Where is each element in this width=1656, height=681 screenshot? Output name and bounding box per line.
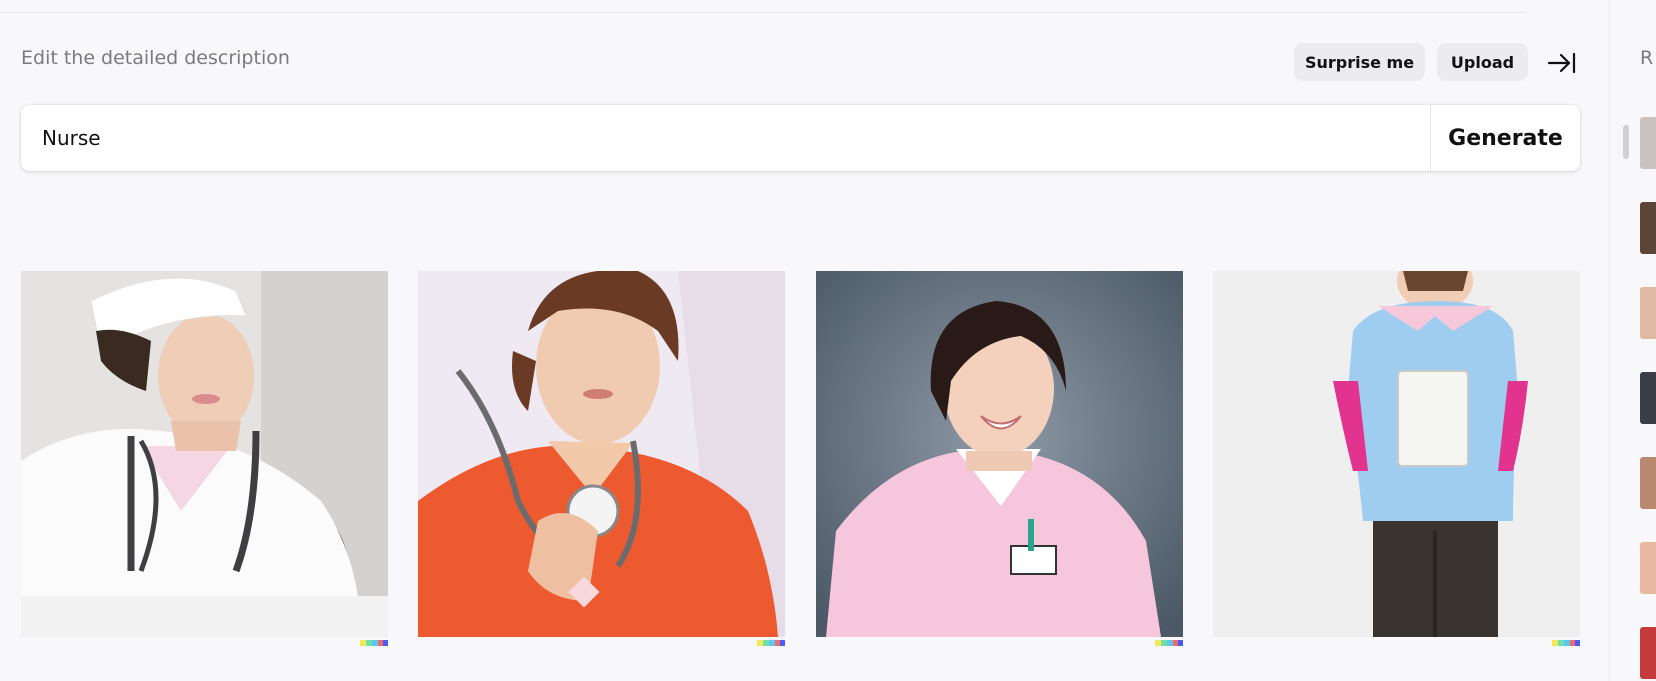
result-image-4[interactable] xyxy=(1213,271,1580,637)
history-scrollbar[interactable] xyxy=(1623,125,1629,159)
arrow-right-to-bar-icon xyxy=(1547,52,1576,74)
history-thumb-3[interactable] xyxy=(1640,287,1656,339)
result-image-1-picture xyxy=(21,271,388,637)
page-title: Edit the detailed description xyxy=(21,47,290,69)
result-image-3-picture xyxy=(816,271,1183,637)
result-image-2-picture xyxy=(418,271,785,637)
history-thumb-5[interactable] xyxy=(1640,457,1656,509)
prompt-bar: Generate xyxy=(21,105,1580,171)
history-title: R xyxy=(1640,47,1654,69)
generate-button[interactable]: Generate xyxy=(1431,105,1580,171)
history-thumb-6[interactable] xyxy=(1640,542,1656,594)
history-thumb-1[interactable] xyxy=(1640,117,1656,169)
prompt-input[interactable] xyxy=(21,105,1431,171)
watermark-1 xyxy=(360,631,388,650)
result-image-3[interactable] xyxy=(816,271,1183,637)
watermark-4 xyxy=(1552,631,1580,650)
history-thumb-2[interactable] xyxy=(1640,202,1656,254)
watermark-bar-1 xyxy=(360,640,388,646)
watermark-bar-2 xyxy=(757,640,785,646)
watermark-bar-3 xyxy=(1155,640,1183,646)
watermark-2 xyxy=(757,631,785,650)
result-image-2[interactable] xyxy=(418,271,785,637)
upload-button[interactable]: Upload xyxy=(1437,43,1528,81)
watermark-3 xyxy=(1155,631,1183,650)
history-thumb-7[interactable] xyxy=(1640,627,1656,679)
result-image-4-picture xyxy=(1213,271,1580,637)
collapse-sidebar-button[interactable] xyxy=(1545,46,1579,80)
history-thumb-4[interactable] xyxy=(1640,372,1656,424)
editor-panel: Edit the detailed description Surprise m… xyxy=(0,0,1580,681)
watermark-bar-4 xyxy=(1552,640,1580,646)
surprise-me-button[interactable]: Surprise me xyxy=(1294,43,1425,81)
result-image-1[interactable] xyxy=(21,271,388,637)
